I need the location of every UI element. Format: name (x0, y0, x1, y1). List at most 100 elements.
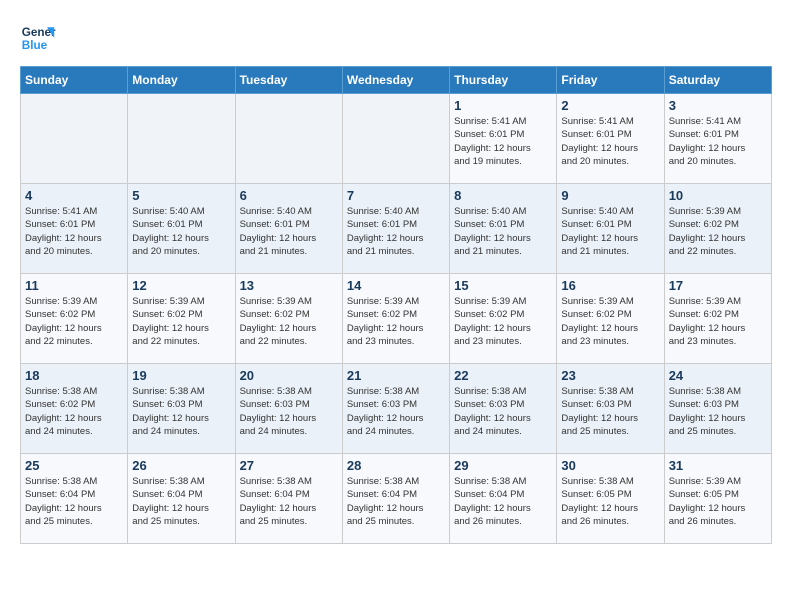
day-cell: 12 Sunrise: 5:39 AM Sunset: 6:02 PM Dayli… (128, 274, 235, 364)
logo-icon: General Blue (20, 20, 56, 56)
day-info: Sunrise: 5:38 AM Sunset: 6:04 PM Dayligh… (240, 475, 338, 528)
calendar-body: 1 Sunrise: 5:41 AM Sunset: 6:01 PM Daylig… (21, 94, 772, 544)
day-cell: 7 Sunrise: 5:40 AM Sunset: 6:01 PM Daylig… (342, 184, 449, 274)
day-cell: 26 Sunrise: 5:38 AM Sunset: 6:04 PM Dayli… (128, 454, 235, 544)
day-number: 28 (347, 458, 445, 473)
week-row-3: 11 Sunrise: 5:39 AM Sunset: 6:02 PM Dayli… (21, 274, 772, 364)
day-cell: 21 Sunrise: 5:38 AM Sunset: 6:03 PM Dayli… (342, 364, 449, 454)
day-cell (235, 94, 342, 184)
day-cell: 28 Sunrise: 5:38 AM Sunset: 6:04 PM Dayli… (342, 454, 449, 544)
day-info: Sunrise: 5:40 AM Sunset: 6:01 PM Dayligh… (561, 205, 659, 258)
day-info: Sunrise: 5:41 AM Sunset: 6:01 PM Dayligh… (454, 115, 552, 168)
day-cell: 15 Sunrise: 5:39 AM Sunset: 6:02 PM Dayli… (450, 274, 557, 364)
day-cell: 25 Sunrise: 5:38 AM Sunset: 6:04 PM Dayli… (21, 454, 128, 544)
day-info: Sunrise: 5:40 AM Sunset: 6:01 PM Dayligh… (347, 205, 445, 258)
day-number: 11 (25, 278, 123, 293)
day-info: Sunrise: 5:39 AM Sunset: 6:02 PM Dayligh… (561, 295, 659, 348)
day-cell (21, 94, 128, 184)
day-number: 17 (669, 278, 767, 293)
day-info: Sunrise: 5:38 AM Sunset: 6:04 PM Dayligh… (25, 475, 123, 528)
column-header-wednesday: Wednesday (342, 67, 449, 94)
day-cell: 13 Sunrise: 5:39 AM Sunset: 6:02 PM Dayli… (235, 274, 342, 364)
week-row-1: 1 Sunrise: 5:41 AM Sunset: 6:01 PM Daylig… (21, 94, 772, 184)
day-info: Sunrise: 5:41 AM Sunset: 6:01 PM Dayligh… (25, 205, 123, 258)
day-info: Sunrise: 5:38 AM Sunset: 6:03 PM Dayligh… (669, 385, 767, 438)
day-cell: 3 Sunrise: 5:41 AM Sunset: 6:01 PM Daylig… (664, 94, 771, 184)
day-number: 10 (669, 188, 767, 203)
day-number: 22 (454, 368, 552, 383)
day-info: Sunrise: 5:38 AM Sunset: 6:03 PM Dayligh… (240, 385, 338, 438)
day-number: 9 (561, 188, 659, 203)
day-number: 15 (454, 278, 552, 293)
day-number: 14 (347, 278, 445, 293)
day-cell: 18 Sunrise: 5:38 AM Sunset: 6:02 PM Dayli… (21, 364, 128, 454)
day-number: 2 (561, 98, 659, 113)
day-cell: 11 Sunrise: 5:39 AM Sunset: 6:02 PM Dayli… (21, 274, 128, 364)
column-header-sunday: Sunday (21, 67, 128, 94)
day-info: Sunrise: 5:38 AM Sunset: 6:04 PM Dayligh… (454, 475, 552, 528)
day-info: Sunrise: 5:39 AM Sunset: 6:02 PM Dayligh… (240, 295, 338, 348)
day-number: 4 (25, 188, 123, 203)
column-header-saturday: Saturday (664, 67, 771, 94)
day-info: Sunrise: 5:38 AM Sunset: 6:02 PM Dayligh… (25, 385, 123, 438)
day-number: 18 (25, 368, 123, 383)
day-number: 1 (454, 98, 552, 113)
day-info: Sunrise: 5:39 AM Sunset: 6:02 PM Dayligh… (25, 295, 123, 348)
day-cell: 19Sunrise: 5:38 AM Sunset: 6:03 PM Dayli… (128, 364, 235, 454)
day-cell: 16 Sunrise: 5:39 AM Sunset: 6:02 PM Dayli… (557, 274, 664, 364)
day-info: Sunrise: 5:41 AM Sunset: 6:01 PM Dayligh… (561, 115, 659, 168)
calendar-table: SundayMondayTuesdayWednesdayThursdayFrid… (20, 66, 772, 544)
day-cell: 6Sunrise: 5:40 AM Sunset: 6:01 PM Daylig… (235, 184, 342, 274)
day-cell: 29Sunrise: 5:38 AM Sunset: 6:04 PM Dayli… (450, 454, 557, 544)
day-number: 25 (25, 458, 123, 473)
day-info: Sunrise: 5:38 AM Sunset: 6:03 PM Dayligh… (347, 385, 445, 438)
day-cell: 9 Sunrise: 5:40 AM Sunset: 6:01 PM Daylig… (557, 184, 664, 274)
day-cell: 10 Sunrise: 5:39 AM Sunset: 6:02 PM Dayli… (664, 184, 771, 274)
day-info: Sunrise: 5:39 AM Sunset: 6:02 PM Dayligh… (669, 205, 767, 258)
day-number: 12 (132, 278, 230, 293)
day-info: Sunrise: 5:41 AM Sunset: 6:01 PM Dayligh… (669, 115, 767, 168)
day-number: 7 (347, 188, 445, 203)
day-cell: 24Sunrise: 5:38 AM Sunset: 6:03 PM Dayli… (664, 364, 771, 454)
day-cell: 5 Sunrise: 5:40 AM Sunset: 6:01 PM Daylig… (128, 184, 235, 274)
day-number: 26 (132, 458, 230, 473)
day-cell: 17 Sunrise: 5:39 AM Sunset: 6:02 PM Dayli… (664, 274, 771, 364)
day-info: Sunrise: 5:38 AM Sunset: 6:05 PM Dayligh… (561, 475, 659, 528)
day-info: Sunrise: 5:39 AM Sunset: 6:02 PM Dayligh… (669, 295, 767, 348)
day-cell (128, 94, 235, 184)
week-row-5: 25 Sunrise: 5:38 AM Sunset: 6:04 PM Dayli… (21, 454, 772, 544)
column-headers: SundayMondayTuesdayWednesdayThursdayFrid… (21, 67, 772, 94)
logo: General Blue (20, 20, 56, 56)
day-cell: 8Sunrise: 5:40 AM Sunset: 6:01 PM Daylig… (450, 184, 557, 274)
day-cell: 2 Sunrise: 5:41 AM Sunset: 6:01 PM Daylig… (557, 94, 664, 184)
day-info: Sunrise: 5:38 AM Sunset: 6:03 PM Dayligh… (454, 385, 552, 438)
day-number: 8 (454, 188, 552, 203)
day-number: 13 (240, 278, 338, 293)
day-info: Sunrise: 5:39 AM Sunset: 6:02 PM Dayligh… (132, 295, 230, 348)
day-info: Sunrise: 5:39 AM Sunset: 6:02 PM Dayligh… (347, 295, 445, 348)
day-info: Sunrise: 5:40 AM Sunset: 6:01 PM Dayligh… (132, 205, 230, 258)
day-cell: 27Sunrise: 5:38 AM Sunset: 6:04 PM Dayli… (235, 454, 342, 544)
day-number: 21 (347, 368, 445, 383)
header: General Blue (20, 20, 772, 56)
day-number: 3 (669, 98, 767, 113)
day-number: 31 (669, 458, 767, 473)
day-info: Sunrise: 5:38 AM Sunset: 6:03 PM Dayligh… (561, 385, 659, 438)
column-header-thursday: Thursday (450, 67, 557, 94)
day-info: Sunrise: 5:38 AM Sunset: 6:03 PM Dayligh… (132, 385, 230, 438)
day-cell: 14 Sunrise: 5:39 AM Sunset: 6:02 PM Dayli… (342, 274, 449, 364)
day-number: 5 (132, 188, 230, 203)
day-number: 6 (240, 188, 338, 203)
day-cell (342, 94, 449, 184)
day-cell: 22 Sunrise: 5:38 AM Sunset: 6:03 PM Dayli… (450, 364, 557, 454)
day-cell: 23Sunrise: 5:38 AM Sunset: 6:03 PM Dayli… (557, 364, 664, 454)
day-number: 30 (561, 458, 659, 473)
day-info: Sunrise: 5:39 AM Sunset: 6:02 PM Dayligh… (454, 295, 552, 348)
svg-text:Blue: Blue (22, 39, 48, 52)
day-info: Sunrise: 5:38 AM Sunset: 6:04 PM Dayligh… (132, 475, 230, 528)
day-number: 16 (561, 278, 659, 293)
day-number: 20 (240, 368, 338, 383)
day-info: Sunrise: 5:38 AM Sunset: 6:04 PM Dayligh… (347, 475, 445, 528)
column-header-friday: Friday (557, 67, 664, 94)
week-row-2: 4 Sunrise: 5:41 AM Sunset: 6:01 PM Daylig… (21, 184, 772, 274)
